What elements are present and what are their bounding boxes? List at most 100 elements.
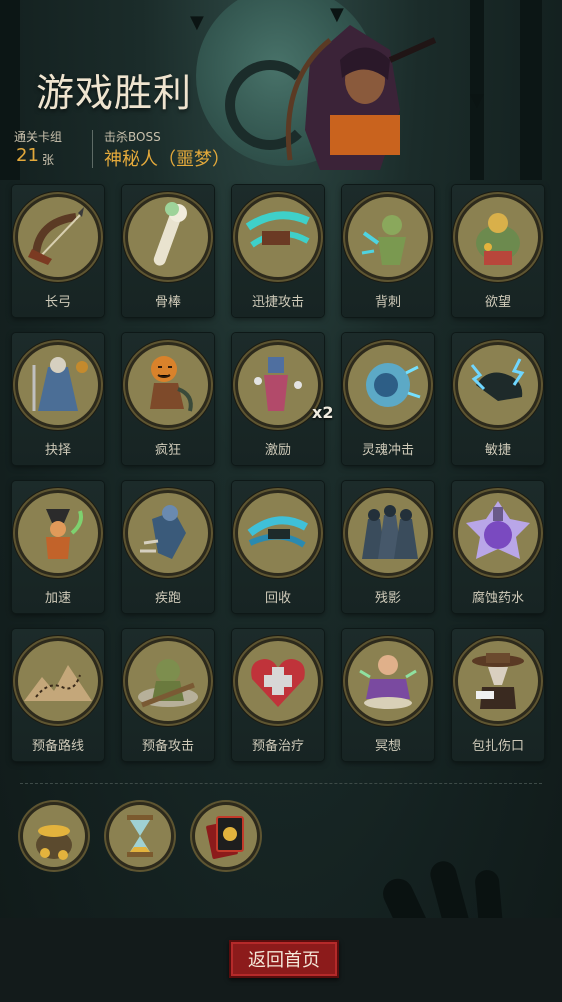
bone-club-icon: [153, 202, 187, 266]
haste-icon: [46, 509, 83, 559]
card-medal: [128, 493, 208, 573]
card-label: 加速: [44, 591, 71, 606]
prepared-heal-icon: [251, 659, 305, 707]
card-medal: [18, 197, 98, 277]
card-label: 预备治疗: [251, 739, 304, 754]
item-slot[interactable]: [23, 805, 85, 867]
card-medal: [458, 641, 538, 721]
divider: [20, 783, 542, 784]
card-inspire[interactable]: 激励 x2: [232, 333, 333, 465]
card-medal: [238, 641, 318, 721]
item-slot[interactable]: [195, 805, 257, 867]
card-prepared-route[interactable]: 预备路线: [12, 629, 104, 761]
card-soul-strike[interactable]: 灵魂冲击: [342, 333, 434, 465]
card-backstab[interactable]: 背刺: [342, 185, 434, 317]
card-longbow[interactable]: 长弓: [12, 185, 104, 317]
card-label: 灵魂冲击: [361, 443, 414, 458]
card-medal: [18, 345, 98, 425]
card-medal: [18, 493, 98, 573]
card-label: 抉择: [44, 443, 71, 458]
card-agility[interactable]: 敏捷: [452, 333, 544, 465]
card-label: 疯狂: [154, 443, 181, 458]
gold-pot-icon: [36, 825, 72, 860]
card-medal: [458, 345, 538, 425]
card-label: 回收: [264, 591, 291, 606]
card-sprint[interactable]: 疾跑: [122, 481, 214, 613]
victory-screen: ▼ ▼ ▼ 游戏胜利 通关卡组 21 张 击杀BOSS 神秘人（噩梦） 长弓 骨棒…: [0, 0, 562, 1002]
card-medal: [348, 493, 428, 573]
card-medal: [348, 197, 428, 277]
header-art: ▼ ▼ ▼ 游戏胜利 通关卡组 21 张 击杀BOSS 神秘人（噩梦）: [0, 0, 562, 180]
card-medal: [238, 197, 318, 277]
stages-unit: 张: [42, 153, 55, 167]
card-swift-attack[interactable]: 迅捷攻击: [232, 185, 324, 317]
desire-icon: [476, 213, 520, 265]
card-medal: [128, 641, 208, 721]
card-prepared-attack[interactable]: 预备攻击: [122, 629, 214, 761]
card-medal: [238, 493, 318, 573]
card-label: 包扎伤口: [471, 739, 524, 754]
madness-icon: [150, 356, 193, 412]
card-choice[interactable]: 抉择: [12, 333, 104, 465]
card-medal: [348, 641, 428, 721]
card-label: 背刺: [374, 295, 401, 310]
card-medal: [128, 197, 208, 277]
card-medal: [238, 345, 318, 425]
card-madness[interactable]: 疯狂: [122, 333, 214, 465]
card-bandage-wound[interactable]: 包扎伤口: [452, 629, 544, 761]
card-count-badge: x2: [312, 403, 334, 422]
page-title: 游戏胜利: [36, 71, 193, 115]
card-afterimage[interactable]: 残影: [342, 481, 434, 613]
return-home-button[interactable]: 返回首页: [229, 940, 339, 978]
prepared-attack-icon: [138, 659, 198, 708]
boss-value: 神秘人（噩梦）: [104, 149, 230, 170]
stages-value: 21: [16, 145, 39, 166]
card-label: 激励: [264, 443, 291, 458]
card-label: 冥想: [374, 739, 401, 754]
card-corrosive-potion[interactable]: 腐蚀药水: [452, 481, 544, 613]
card-meditation[interactable]: 冥想: [342, 629, 434, 761]
card-bone-club[interactable]: 骨棒: [122, 185, 214, 317]
bandage-wound-icon: [472, 653, 524, 709]
card-label: 疾跑: [154, 591, 181, 606]
card-desire[interactable]: 欲望: [452, 185, 544, 317]
card-recycle[interactable]: 回收: [232, 481, 324, 613]
card-label: 敏捷: [484, 443, 511, 458]
card-label: 迅捷攻击: [251, 295, 304, 310]
card-label: 长弓: [44, 295, 71, 310]
bat-icon: ▼: [470, 90, 484, 111]
prepared-route-icon: [24, 665, 92, 701]
stages-label: 通关卡组: [14, 130, 63, 144]
hourglass-icon: [127, 815, 153, 857]
bat-icon: ▼: [190, 12, 204, 33]
soul-strike-icon: [366, 363, 421, 407]
card-prepared-heal[interactable]: 预备治疗: [232, 629, 324, 761]
card-label: 预备攻击: [141, 739, 194, 754]
recycle-icon: [247, 516, 308, 548]
choice-icon: [32, 357, 88, 411]
card-medal: [18, 641, 98, 721]
inspire-icon: [254, 357, 302, 411]
stat-divider: [92, 130, 93, 168]
hero-archer-icon: [285, 25, 437, 170]
longbow-icon: [28, 207, 84, 265]
agility-icon: [470, 358, 525, 401]
corrosive-potion-icon: [466, 501, 530, 559]
afterimage-icon: [362, 505, 418, 559]
card-medal: [348, 345, 428, 425]
card-label: 骨棒: [154, 295, 181, 310]
card-label: 预备路线: [31, 739, 84, 754]
card-medal: [128, 345, 208, 425]
card-medal: [458, 197, 538, 277]
card-deck-icon: [206, 816, 244, 859]
meditation-icon: [359, 655, 417, 709]
boss-label: 击杀BOSS: [104, 130, 161, 144]
swift-attack-icon: [245, 211, 310, 248]
card-haste[interactable]: 加速: [12, 481, 104, 613]
card-label: 腐蚀药水: [471, 591, 524, 606]
backstab-icon: [361, 215, 406, 265]
item-slot[interactable]: [109, 805, 171, 867]
card-label: 残影: [374, 591, 401, 606]
sprint-icon: [140, 505, 186, 559]
card-label: 欲望: [484, 295, 511, 310]
